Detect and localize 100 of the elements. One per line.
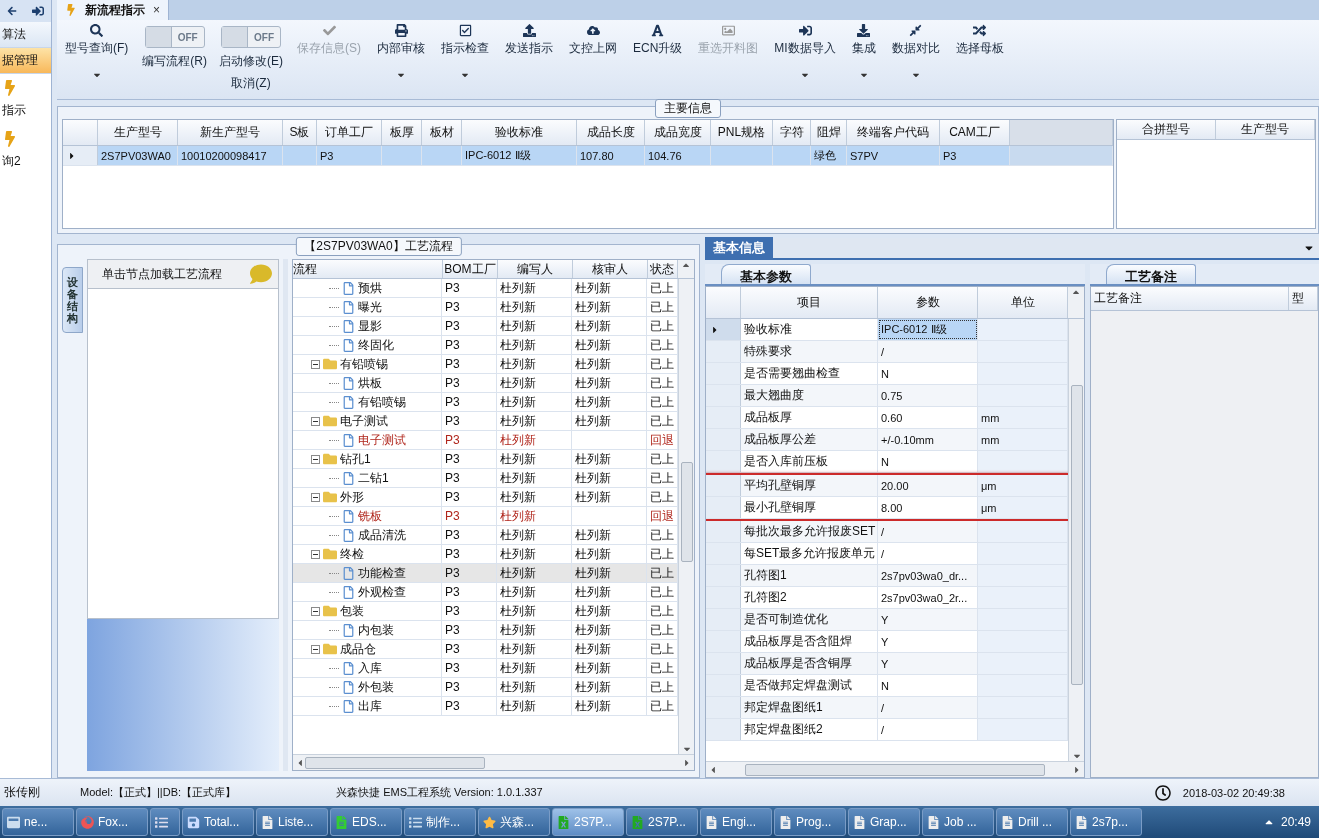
tree-row[interactable]: 终固化 P3 杜列新 杜列新 已上 bbox=[292, 336, 678, 355]
column-header: 参数 bbox=[878, 287, 978, 318]
tree-row[interactable]: 出库 P3 杜列新 杜列新 已上 bbox=[292, 697, 678, 716]
table-cell: 杜列新 bbox=[497, 678, 572, 696]
taskbar-button[interactable] bbox=[150, 808, 180, 836]
collapse-icon[interactable] bbox=[310, 644, 320, 654]
taskbar-button[interactable]: Fox... bbox=[76, 808, 148, 836]
tree-label: 电子测试 bbox=[357, 431, 406, 449]
toolbar-button[interactable]: 发送指示 bbox=[503, 22, 555, 59]
tree-row[interactable]: 有铅喷锡 P3 杜列新 杜列新 已上 bbox=[292, 355, 678, 374]
tree-row[interactable]: 成品仓 P3 杜列新 杜列新 已上 bbox=[292, 640, 678, 659]
vertical-scrollbar[interactable] bbox=[1068, 319, 1084, 761]
toggle-switch[interactable]: OFF bbox=[144, 26, 205, 48]
table-cell: 杜列新 bbox=[497, 412, 572, 430]
tree-row[interactable]: 外包装 P3 杜列新 杜列新 已上 bbox=[292, 678, 678, 697]
taskbar-button[interactable]: EDS... bbox=[330, 808, 402, 836]
check-icon bbox=[322, 24, 336, 37]
column-header: 成品长度 bbox=[577, 120, 645, 145]
table-cell: IPC-6012 Ⅱ级 bbox=[462, 146, 577, 165]
collapse-icon[interactable] bbox=[310, 492, 320, 502]
table-cell: 杜列新 bbox=[497, 659, 572, 677]
tree-row[interactable]: 内包装 P3 杜列新 杜列新 已上 bbox=[292, 621, 678, 640]
tree-row[interactable]: 电子测试 P3 杜列新 杜列新 已上 bbox=[292, 412, 678, 431]
sidebar-item[interactable]: 据管理 bbox=[0, 48, 51, 74]
tree-row[interactable]: 电子测试 P3 杜列新 回退 bbox=[292, 431, 678, 450]
folder-icon bbox=[322, 642, 337, 656]
tree-row[interactable]: 烘板 P3 杜列新 杜列新 已上 bbox=[292, 374, 678, 393]
toggle-switch[interactable]: OFF bbox=[221, 26, 281, 48]
tree-row[interactable]: 有铅喷锡 P3 杜列新 杜列新 已上 bbox=[292, 393, 678, 412]
tree-row[interactable]: 曝光 P3 杜列新 杜列新 已上 bbox=[292, 298, 678, 317]
toolbar-button[interactable]: 集成 bbox=[849, 22, 878, 82]
tree-row[interactable]: 外形 P3 杜列新 杜列新 已上 bbox=[292, 488, 678, 507]
taskbar-button[interactable]: Grap... bbox=[848, 808, 920, 836]
document-icon bbox=[261, 815, 274, 829]
horizontal-scrollbar[interactable] bbox=[292, 754, 694, 770]
taskbar-button[interactable]: 制作... bbox=[404, 808, 476, 836]
scrollbar-thumb[interactable] bbox=[680, 461, 693, 562]
toolbar-button[interactable]: MI数据导入 bbox=[772, 22, 838, 82]
tree-label: 外观检查 bbox=[357, 583, 406, 601]
column-header: 板厚 bbox=[382, 120, 422, 145]
tree-row[interactable]: 功能检查 P3 杜列新 杜列新 已上 bbox=[292, 564, 678, 583]
enter-icon[interactable] bbox=[31, 5, 44, 17]
collapse-icon[interactable] bbox=[310, 359, 320, 369]
tree-row[interactable]: 成品清洗 P3 杜列新 杜列新 已上 bbox=[292, 526, 678, 545]
tree-row[interactable]: 包装 P3 杜列新 杜列新 已上 bbox=[292, 602, 678, 621]
tree-row[interactable]: 入库 P3 杜列新 杜列新 已上 bbox=[292, 659, 678, 678]
taskbar-button[interactable]: 兴森... bbox=[478, 808, 550, 836]
file-icon bbox=[341, 281, 355, 295]
params-tab[interactable]: 基本参数 bbox=[721, 264, 811, 284]
taskbar-button[interactable]: Liste... bbox=[256, 808, 328, 836]
back-icon[interactable] bbox=[7, 6, 18, 16]
collapse-icon[interactable] bbox=[310, 416, 320, 426]
table-cell: P3 bbox=[442, 678, 497, 696]
scrollbar-thumb[interactable] bbox=[304, 756, 485, 769]
sidebar-item[interactable]: 指示 bbox=[2, 102, 26, 119]
toolbar-button[interactable]: 内部审核 bbox=[375, 22, 427, 82]
document-tab[interactable]: 新流程指示 × bbox=[57, 0, 169, 20]
tree-row[interactable]: 外观检查 P3 杜列新 杜列新 已上 bbox=[292, 583, 678, 602]
taskbar-button[interactable]: Prog... bbox=[774, 808, 846, 836]
notes-tab[interactable]: 工艺备注 bbox=[1106, 264, 1196, 284]
taskbar-button[interactable]: Total... bbox=[182, 808, 254, 836]
panel-tab[interactable]: 基本信息 bbox=[705, 237, 773, 259]
toolbar-button[interactable]: 指示检查 bbox=[439, 22, 491, 82]
column-header: 生产型号 bbox=[1216, 120, 1315, 139]
close-button[interactable]: × bbox=[153, 3, 160, 17]
horizontal-scrollbar[interactable] bbox=[706, 761, 1084, 777]
toolbar-button[interactable]: 型号查询(F) bbox=[63, 22, 131, 82]
side-tab[interactable]: 设备结构 bbox=[62, 267, 83, 334]
toolbar-button[interactable]: 文控上网 bbox=[567, 22, 619, 59]
scrollbar-thumb[interactable] bbox=[745, 763, 1045, 776]
tree-row[interactable]: 二钻1 P3 杜列新 杜列新 已上 bbox=[292, 469, 678, 488]
tree-row[interactable]: 预烘 P3 杜列新 杜列新 已上 bbox=[292, 279, 678, 298]
sidebar-item[interactable]: 询2 bbox=[2, 153, 21, 170]
tree-row[interactable]: 终检 P3 杜列新 杜列新 已上 bbox=[292, 545, 678, 564]
toolbar-button[interactable]: 数据对比 bbox=[889, 22, 942, 82]
tree-row[interactable]: 铣板 P3 杜列新 回退 bbox=[292, 507, 678, 526]
sidebar-item[interactable]: 算法 bbox=[0, 22, 51, 48]
file-icon bbox=[341, 300, 355, 314]
taskbar-button[interactable]: Engi... bbox=[700, 808, 772, 836]
tree-label: 曝光 bbox=[357, 298, 382, 316]
collapse-icon[interactable] bbox=[310, 549, 320, 559]
tree-row[interactable]: 显影 P3 杜列新 杜列新 已上 bbox=[292, 317, 678, 336]
collapse-icon[interactable] bbox=[310, 606, 320, 616]
tree-row[interactable]: 钻孔1 P3 杜列新 杜列新 已上 bbox=[292, 450, 678, 469]
file-icon bbox=[341, 623, 355, 637]
toolbar-button[interactable]: 选择母板 bbox=[953, 22, 1006, 59]
cloud-upload-icon bbox=[586, 24, 600, 37]
taskbar-button[interactable]: 2S7P... bbox=[626, 808, 698, 836]
taskbar-button[interactable]: 2s7p... bbox=[1070, 808, 1142, 836]
vertical-scrollbar[interactable] bbox=[678, 279, 694, 754]
collapse-icon[interactable] bbox=[310, 454, 320, 464]
table-cell: P3 bbox=[442, 431, 497, 449]
toolbar-button[interactable]: ECN升级 bbox=[631, 22, 685, 59]
taskbar-button[interactable]: Job ... bbox=[922, 808, 994, 836]
taskbar-button[interactable]: Drill ... bbox=[996, 808, 1068, 836]
taskbar-button[interactable]: ne... bbox=[2, 808, 74, 836]
table-cell: 杜列新 bbox=[572, 697, 647, 715]
tree-label: 烘板 bbox=[357, 374, 382, 392]
scrollbar-thumb[interactable] bbox=[1070, 385, 1083, 685]
table-row[interactable]: 2S7PV03WA0 10010200098417 P3 IPC-6012 Ⅱ级 107.80 104.76 绿色 S7PV P3 bbox=[63, 146, 1113, 166]
